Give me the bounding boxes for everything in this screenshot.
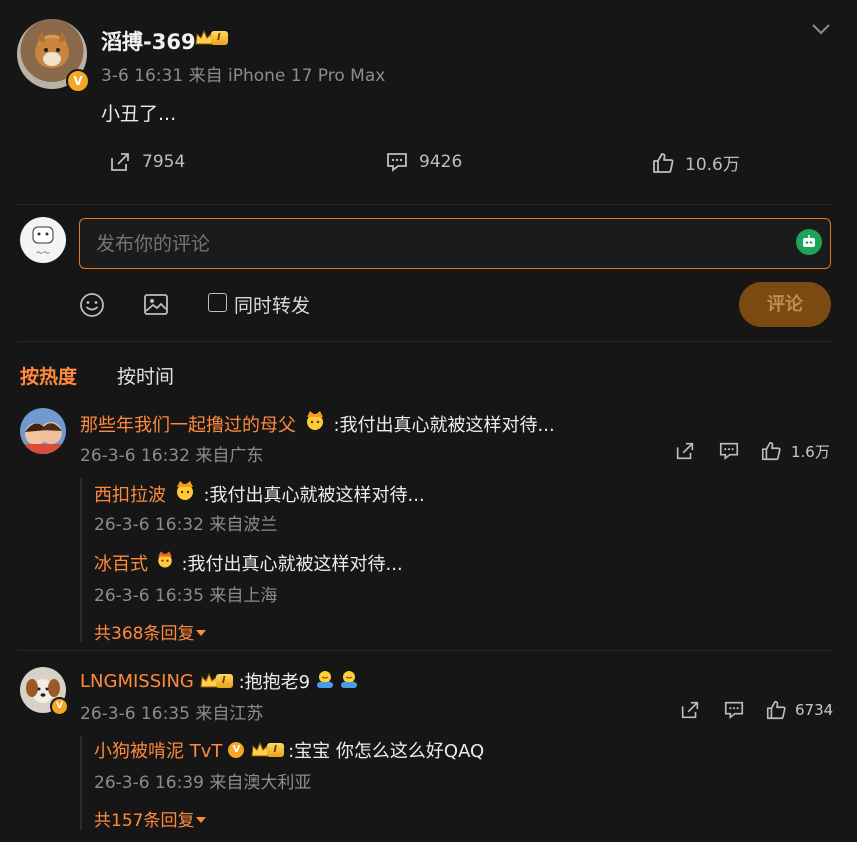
comment-button[interactable]: 9426 [385,150,462,174]
share-icon[interactable] [674,440,696,462]
comment-input[interactable] [94,231,778,257]
more-replies-link[interactable]: 共157条回复 [94,806,208,831]
vip-badge[interactable]: I [250,741,285,759]
ai-bot-button[interactable] [796,229,822,255]
comment-line: 那些年我们一起撸过的母父 :我付出真心就被这样对待... [80,409,555,437]
svg-text:～～: ～～ [36,249,50,257]
robot-icon [803,235,815,247]
sync-repost-label[interactable]: 同时转发 [234,291,310,318]
reply-meta: 26-3-6 16:32 来自波兰 [94,515,278,535]
reply-meta: 26-3-6 16:39 来自澳大利亚 [94,773,312,793]
thumbs-up-icon [766,700,786,720]
comment-author[interactable]: LNGMISSING [80,671,194,692]
vip-badge[interactable]: I [194,29,228,47]
post-author-name[interactable]: 滔搏-369 [101,26,196,56]
post-meta: 3-6 16:31 来自 iPhone 17 Pro Max [101,66,386,86]
thumbs-up-icon [653,152,674,173]
comment-line: LNGMISSING I :抱抱老9 [80,668,360,694]
reply-author[interactable]: 小狗被啃泥 TvT [94,737,222,763]
reply-text: :我付出真心就被这样对待... [181,554,403,575]
comment-like-button[interactable]: 1.6万 [760,440,830,462]
comment-author[interactable]: 那些年我们一起撸过的母父 [80,415,296,436]
more-replies-label: 共368条回复 [94,624,195,644]
submit-comment-button[interactable]: 评论 [739,282,831,327]
comment-like-count: 6734 [795,701,834,719]
reply-icon[interactable] [718,440,740,462]
comment-count: 9426 [419,152,463,172]
chevron-down-icon[interactable] [811,22,831,36]
repost-icon [111,153,129,171]
divider [17,204,832,205]
my-avatar[interactable]: ～～ [20,217,66,263]
like-count: 10.6万 [685,155,740,175]
reply-line: 小狗被啃泥 TvT V I :宝宝 你怎么这么好QAQ [94,737,484,763]
reply-author[interactable]: 西扣拉波 [94,485,166,506]
commenter-avatar[interactable] [20,408,66,454]
reply-thread [80,478,82,642]
comment-text: :抱抱老9 [238,672,311,693]
comment-text: :我付出真心就被这样对待... [333,415,555,436]
reply-line: 冰百式 :我付出真心就被这样对待... [94,548,403,576]
vip-badge[interactable]: I [199,672,233,690]
thumbs-up-icon [761,441,781,461]
reply-icon[interactable] [723,699,745,721]
sync-repost-checkbox[interactable] [208,293,227,312]
crown-emoji-icon [154,548,176,575]
crown-emoji-icon [172,479,198,506]
cartoon-avatar-image: ～～ [32,226,54,257]
hug-emoji-icon [314,669,336,694]
hug-emoji-icon [338,669,360,694]
reply-line: 西扣拉波 :我付出真心就被这样对待... [94,479,425,507]
like-button[interactable]: 10.6万 [651,150,740,175]
reply-meta: 26-3-6 16:35 来自上海 [94,586,278,606]
tab-sort-hot[interactable]: 按热度 [20,362,77,389]
vip-level-label: I [267,743,285,757]
comment-like-button[interactable]: 6734 [765,699,833,721]
repost-count: 7954 [142,152,186,172]
repost-button[interactable]: 7954 [108,150,185,174]
reply-text: :我付出真心就被这样对待... [203,485,425,506]
comment-icon [387,153,407,172]
more-replies-link[interactable]: 共368条回复 [94,619,208,644]
vip-level-label: I [211,31,228,45]
caret-down-icon [196,630,207,636]
kids-avatar-image [24,422,62,454]
tab-sort-time[interactable]: 按时间 [117,362,174,389]
post-text: 小丑了... [101,103,177,125]
vip-level-label: I [215,674,233,688]
share-icon[interactable] [679,699,701,721]
verified-badge-icon: V [50,697,69,716]
verified-badge-icon: V [228,742,245,758]
comment-input-box[interactable] [79,218,831,269]
reply-author[interactable]: 冰百式 [94,554,148,575]
comment-like-count: 1.6万 [791,442,830,461]
comment-meta: 26-3-6 16:32 来自广东 [80,446,264,466]
emoji-icon[interactable] [79,292,105,318]
caret-down-icon [196,817,207,823]
verified-badge-icon: V [66,69,90,93]
comment-meta: 26-3-6 16:35 来自江苏 [80,704,264,724]
divider [17,341,832,342]
image-icon[interactable] [143,292,169,318]
reply-text: :宝宝 你怎么这么好QAQ [288,741,485,762]
more-replies-label: 共157条回复 [94,811,195,831]
divider [17,650,832,651]
reply-thread [80,736,82,830]
crown-emoji-icon [302,409,328,436]
